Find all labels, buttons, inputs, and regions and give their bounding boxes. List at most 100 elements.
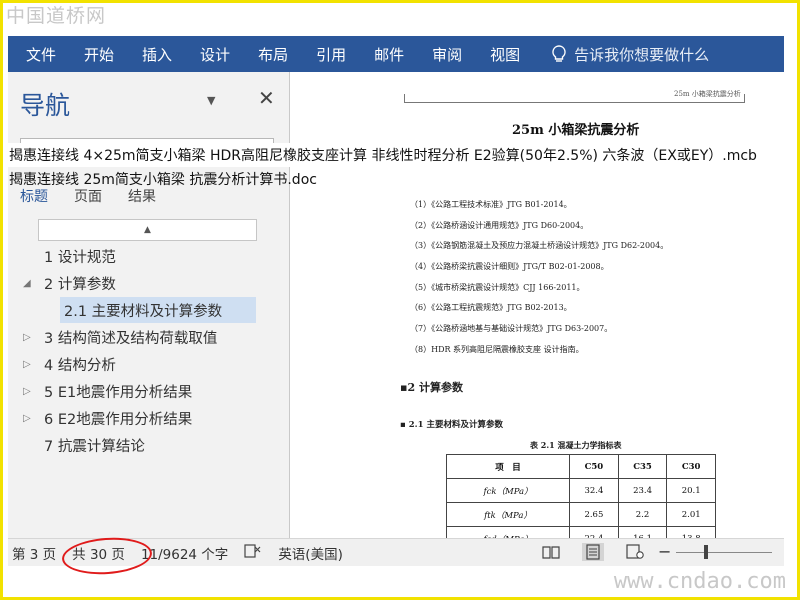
page-header-text: 25m 小箱梁抗震分析: [674, 90, 741, 98]
reference-item: （1）《公路工程技术标准》JTG B01-2014。: [410, 200, 572, 209]
nav-heading-item[interactable]: ▷ 3 结构简述及结构荷载取值: [20, 324, 217, 350]
table-cell: fck（MPa）: [445, 478, 571, 503]
nav-heading-label: 6 E2地震作用分析结果: [44, 411, 193, 428]
reference-item: （3）《公路钢筋混凝土及预应力混凝土桥涵设计规范》JTG D62-2004。: [410, 241, 669, 251]
proofing-icon[interactable]: [244, 543, 262, 563]
expand-triangle-icon[interactable]: ▷: [20, 332, 44, 343]
header-rule: [404, 102, 744, 103]
tab-home[interactable]: 开始: [70, 36, 128, 72]
document-margin: [290, 72, 334, 538]
table-row: ftk（MPa） 2.65 2.2 2.01: [445, 502, 716, 527]
filename-line: 揭惠连接线 25m简支小箱梁 抗震分析计算书.doc: [9, 171, 317, 188]
nav-heading-item[interactable]: ▷ 5 E1地震作用分析结果: [20, 378, 192, 404]
nav-tab-pages[interactable]: 页面: [74, 186, 102, 206]
view-switcher: [540, 543, 666, 561]
lightbulb-icon: [552, 45, 566, 62]
subsection-heading: ▪ 2.1 主要材料及计算参数: [400, 420, 503, 430]
nav-heading-label: 5 E1地震作用分析结果: [44, 384, 193, 401]
reference-item: （7）《公路桥涵地基与基础设计规范》JTG D63-2007。: [410, 324, 613, 334]
tell-me-box[interactable]: 告诉我你想要做什么: [540, 36, 719, 72]
table-cell: 2.2: [617, 502, 668, 527]
nav-heading-label: 3 结构简述及结构荷载取值: [44, 330, 218, 347]
table-cell: 32.4: [569, 478, 619, 503]
table-caption: 表 2.1 混凝土力学指标表: [530, 440, 622, 450]
nav-heading-label: 4 结构分析: [44, 357, 116, 374]
table-row: fck（MPa） 32.4 23.4 20.1: [445, 478, 716, 503]
nav-heading-label: 1 设计规范: [44, 249, 116, 266]
zoom-out-button[interactable]: −: [658, 542, 671, 561]
reference-item: （4）《公路桥梁抗震设计细则》JTG/T B02-01-2008。: [410, 262, 609, 272]
table-cell: 2.65: [569, 502, 619, 527]
nav-title: 导航: [20, 91, 71, 120]
table-header-cell: C35: [617, 454, 668, 479]
nav-heading-item[interactable]: ◢ 2 计算参数: [20, 270, 116, 296]
nav-heading-item[interactable]: 7 抗震计算结论: [20, 432, 145, 458]
nav-heading-item-selected[interactable]: 2.1 主要材料及计算参数: [60, 297, 256, 323]
tab-layout[interactable]: 布局: [244, 36, 302, 72]
document-title: 25m 小箱梁抗震分析: [512, 123, 640, 138]
filename-line: 揭惠连接线 4×25m简支小箱梁 HDR高阻尼橡胶支座计算 非线性时程分析 E2…: [0, 143, 800, 167]
word-count[interactable]: 11/9624 个字: [141, 543, 228, 563]
tab-insert[interactable]: 插入: [128, 36, 186, 72]
table-cell: 16.1: [617, 526, 668, 538]
nav-heading-label: 7 抗震计算结论: [44, 438, 145, 455]
tell-me-text: 告诉我你想要做什么: [574, 45, 710, 64]
nav-heading-label: 2.1 主要材料及计算参数: [64, 303, 223, 320]
print-layout-icon[interactable]: [582, 543, 604, 561]
table-cell: 23.4: [617, 478, 668, 503]
table-header-cell: C50: [569, 454, 619, 479]
tab-references[interactable]: 引用: [302, 36, 360, 72]
table-header-row: 项 目 C50 C35 C30: [445, 454, 716, 479]
nav-heading-item[interactable]: ▷ 6 E2地震作用分析结果: [20, 405, 192, 431]
reference-item: （5）《城市桥梁抗震设计规范》CJJ 166-2011。: [410, 282, 585, 292]
table-header-cell: 项 目: [445, 454, 571, 479]
tab-review[interactable]: 审阅: [418, 36, 476, 72]
reference-item: （6）《公路工程抗震规范》JTG B02-2013。: [410, 303, 572, 313]
table-cell: 13.8: [666, 526, 716, 538]
page-indicator[interactable]: 第 3 页: [12, 543, 56, 563]
header-rule-tick: [744, 94, 745, 103]
tab-design[interactable]: 设计: [186, 36, 244, 72]
nav-heading-item[interactable]: ▷ 4 结构分析: [20, 351, 116, 377]
table-cell: 22.4: [569, 526, 619, 538]
table-header-cell: C30: [666, 454, 716, 479]
collapse-up-icon: ▲: [144, 225, 151, 235]
close-icon[interactable]: ✕: [258, 86, 275, 110]
watermark-top: 中国道桥网: [6, 5, 107, 27]
language-indicator[interactable]: 英语(美国): [278, 543, 343, 563]
expand-triangle-icon[interactable]: ▷: [20, 359, 44, 370]
section-heading: ▪2 计算参数: [400, 381, 463, 394]
subsection-heading-text: 2.1 主要材料及计算参数: [408, 420, 503, 430]
material-table: 项 目 C50 C35 C30 fck（MPa） 32.4 23.4 20.1 …: [445, 454, 716, 538]
zoom-slider[interactable]: [676, 552, 772, 553]
section-heading-text: 2 计算参数: [407, 381, 463, 394]
expand-triangle-icon[interactable]: ▷: [20, 386, 44, 397]
ribbon-bar: 文件 开始 插入 设计 布局 引用 邮件 审阅 视图 告诉我你想要做什么: [8, 36, 784, 72]
collapse-triangle-icon[interactable]: ◢: [20, 278, 44, 289]
nav-tab-headings[interactable]: 标题: [20, 186, 48, 206]
nav-heading-label: 2 计算参数: [44, 276, 116, 293]
nav-tab-results[interactable]: 结果: [128, 186, 156, 206]
reference-list: （1）《公路工程技术标准》JTG B01-2014。 （2）《公路桥涵设计通用规…: [410, 199, 668, 365]
tab-file[interactable]: 文件: [8, 36, 70, 72]
table-row: fcd（MPa） 22.4 16.1 13.8: [445, 526, 716, 538]
collapse-all-button[interactable]: ▲: [38, 219, 257, 241]
table-cell: 2.01: [666, 502, 716, 527]
read-mode-icon[interactable]: [540, 543, 562, 561]
tab-view[interactable]: 视图: [476, 36, 534, 72]
expand-triangle-icon[interactable]: ▷: [20, 413, 44, 424]
web-layout-icon[interactable]: [624, 543, 646, 561]
nav-heading-item[interactable]: 1 设计规范: [20, 243, 116, 269]
chevron-down-icon[interactable]: ▼: [207, 94, 215, 107]
table-cell: fcd（MPa）: [445, 526, 571, 538]
watermark-bottom: www.cndao.com: [613, 569, 786, 594]
reference-item: （8）HDR 系列高阻尼隔震橡胶支座 设计指南。: [410, 344, 584, 354]
reference-item: （2）《公路桥涵设计通用规范》JTG D60-2004。: [410, 220, 589, 230]
table-cell: 20.1: [666, 478, 716, 503]
navigation-pane: 导航 ▼ ✕ 标题 页面 结果 ▲ 1 设计规范 ◢ 2 计算参数 2.1 主要…: [8, 72, 290, 538]
nav-tabs: 标题 页面 结果: [20, 186, 182, 206]
table-cell: ftk（MPa）: [445, 502, 571, 527]
zoom-slider-thumb[interactable]: [704, 545, 708, 559]
tab-mailings[interactable]: 邮件: [360, 36, 418, 72]
document-page[interactable]: 25m 小箱梁抗震分析 25m 小箱梁抗震分析 （1）《公路工程技术标准》JTG…: [334, 72, 784, 538]
